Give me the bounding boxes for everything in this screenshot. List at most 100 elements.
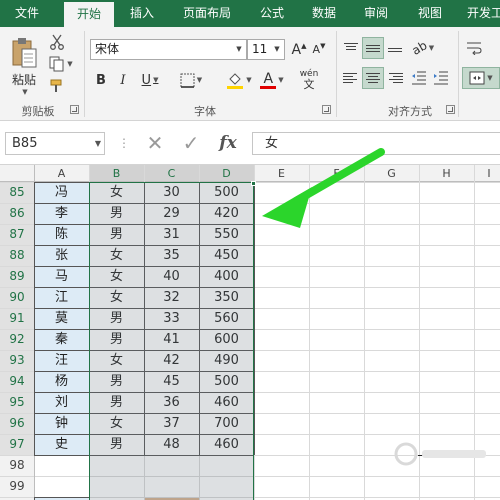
clipboard-launcher-icon[interactable] [70, 105, 79, 114]
table-cell[interactable]: 男 [89, 308, 144, 329]
table-cell[interactable]: 48 [144, 434, 199, 455]
row-header[interactable]: 92 [0, 329, 34, 350]
table-cell[interactable]: 马 [34, 266, 89, 287]
grow-font-button[interactable]: A ▲ [290, 39, 308, 60]
row-header[interactable]: 85 [0, 182, 34, 203]
paste-dropdown-icon[interactable]: ▼ [22, 88, 27, 96]
cut-button[interactable] [46, 31, 68, 53]
table-cell[interactable]: 李 [34, 203, 89, 224]
name-box[interactable]: B85 ▼ [5, 132, 105, 155]
table-cell[interactable]: 钟 [34, 413, 89, 434]
table-cell[interactable]: 女 [89, 287, 144, 308]
row-header[interactable]: 96 [0, 413, 34, 434]
table-cell[interactable]: 42 [144, 350, 199, 371]
table-cell[interactable]: 450 [199, 245, 254, 266]
table-cell[interactable]: 560 [199, 308, 254, 329]
font-size-select[interactable]: 11 ▼ [247, 39, 285, 60]
column-header-h[interactable]: H [419, 165, 474, 182]
table-cell[interactable]: 460 [199, 392, 254, 413]
row-header[interactable]: 87 [0, 224, 34, 245]
table-cell[interactable]: 30 [144, 182, 199, 203]
table-cell[interactable]: 莫 [34, 308, 89, 329]
table-cell[interactable]: 汪 [34, 350, 89, 371]
formula-bar-grip-icon[interactable]: ⋮ [118, 132, 130, 154]
table-cell[interactable]: 男 [89, 203, 144, 224]
table-cell[interactable]: 40 [144, 266, 199, 287]
table-cell[interactable]: 女 [89, 350, 144, 371]
table-cell[interactable]: 490 [199, 350, 254, 371]
formula-input[interactable]: 女 [252, 132, 500, 155]
insert-function-icon[interactable]: fx [214, 131, 242, 155]
font-launcher-icon[interactable] [322, 105, 331, 114]
table-cell[interactable]: 37 [144, 413, 199, 434]
fill-handle[interactable] [251, 181, 256, 186]
row-header[interactable]: 89 [0, 266, 34, 287]
column-header-f[interactable]: F [309, 165, 364, 182]
align-right-button[interactable] [384, 67, 406, 89]
table-cell[interactable]: 32 [144, 287, 199, 308]
tab-7[interactable]: 视图 [410, 0, 450, 27]
table-cell[interactable]: 陈 [34, 224, 89, 245]
table-cell[interactable]: 41 [144, 329, 199, 350]
bold-button[interactable]: B [92, 69, 110, 91]
merge-center-button[interactable]: ▼ [462, 67, 500, 89]
table-cell[interactable]: 男 [89, 371, 144, 392]
table-cell[interactable]: 500 [199, 182, 254, 203]
table-cell[interactable]: 女 [89, 182, 144, 203]
cancel-icon[interactable]: ✕ [142, 131, 168, 155]
table-cell[interactable]: 400 [199, 266, 254, 287]
alignment-launcher-icon[interactable] [446, 105, 455, 114]
table-cell[interactable]: 500 [199, 371, 254, 392]
table-cell[interactable]: 550 [199, 224, 254, 245]
enter-icon[interactable]: ✓ [178, 131, 204, 155]
row-header[interactable]: 94 [0, 371, 34, 392]
column-header-g[interactable]: G [364, 165, 419, 182]
row-header[interactable]: 98 [0, 455, 34, 476]
column-header-b[interactable]: B [89, 165, 144, 182]
table-cell[interactable]: 男 [89, 224, 144, 245]
borders-button[interactable]: ▼ [176, 69, 206, 91]
table-cell[interactable]: 31 [144, 224, 199, 245]
table-cell[interactable]: 女 [89, 266, 144, 287]
align-bottom-button[interactable] [384, 37, 406, 59]
row-header[interactable]: 93 [0, 350, 34, 371]
tab-6[interactable]: 审阅 [356, 0, 396, 27]
table-cell[interactable]: 29 [144, 203, 199, 224]
table-cell[interactable]: 350 [199, 287, 254, 308]
tab-2[interactable]: 插入 [122, 0, 162, 27]
copy-dropdown-icon[interactable]: ▼ [67, 60, 72, 68]
table-cell[interactable]: 刘 [34, 392, 89, 413]
tab-8[interactable]: 开发工 [460, 0, 500, 27]
phonetic-button[interactable]: wén 文 [294, 67, 324, 93]
increase-indent-button[interactable] [430, 67, 452, 89]
spreadsheet-grid[interactable]: A B C D E F G H I 85 冯女 30 500 86 李男 29 420 87 陈男 31 550 88 张女… [0, 165, 500, 500]
align-middle-button[interactable] [362, 37, 384, 59]
align-left-button[interactable] [340, 67, 362, 89]
row-header[interactable]: 88 [0, 245, 34, 266]
table-cell[interactable]: 45 [144, 371, 199, 392]
copy-button[interactable]: ▼ [46, 53, 76, 75]
underline-button[interactable]: U ▼ [136, 69, 164, 91]
decrease-indent-button[interactable] [408, 67, 430, 89]
table-cell[interactable]: 史 [34, 434, 89, 455]
row-header[interactable]: 91 [0, 308, 34, 329]
italic-button[interactable]: I [114, 69, 132, 91]
table-cell[interactable]: 男 [89, 434, 144, 455]
table-cell[interactable]: 男 [89, 392, 144, 413]
tab-0[interactable]: 文件 [0, 0, 54, 27]
align-center-button[interactable] [362, 67, 384, 89]
table-cell[interactable]: 张 [34, 245, 89, 266]
table-cell[interactable]: 33 [144, 308, 199, 329]
tab-3[interactable]: 页面布局 [172, 0, 242, 27]
column-header-a[interactable]: A [34, 165, 89, 182]
table-cell[interactable]: 600 [199, 329, 254, 350]
table-cell[interactable]: 冯 [34, 182, 89, 203]
table-cell[interactable]: 男 [89, 329, 144, 350]
tab-1[interactable]: 开始 [64, 2, 114, 27]
table-cell[interactable]: 420 [199, 203, 254, 224]
wrap-text-button[interactable] [462, 37, 486, 59]
fill-color-button[interactable]: ▼ [222, 69, 256, 91]
table-cell[interactable]: 700 [199, 413, 254, 434]
format-painter-button[interactable] [46, 75, 68, 97]
font-name-select[interactable]: 宋体 ▼ [90, 39, 247, 60]
